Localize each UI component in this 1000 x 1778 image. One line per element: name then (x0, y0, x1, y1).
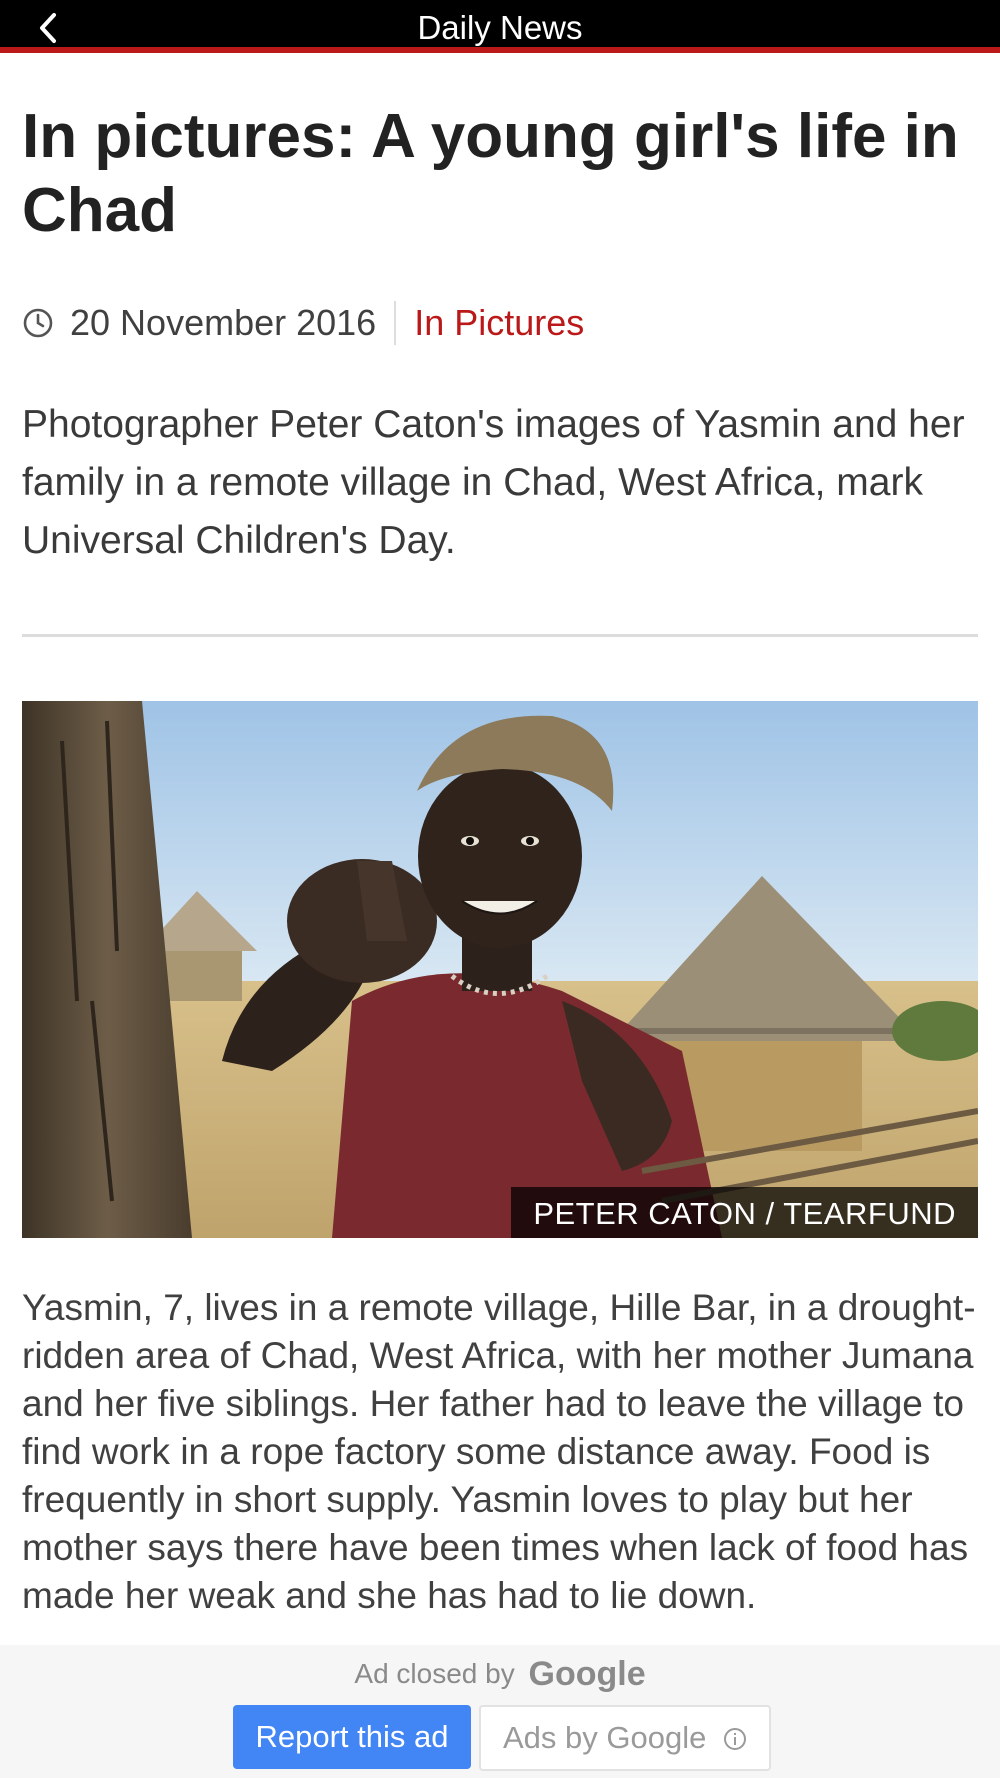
info-icon (723, 1728, 746, 1750)
top-bar: Daily News (0, 0, 1000, 53)
google-logo: Google (528, 1655, 646, 1693)
divider (22, 634, 978, 637)
app-title: Daily News (417, 9, 583, 46)
ads-by-google-label: Ads by Google (503, 1720, 707, 1755)
clock-icon (23, 308, 53, 338)
ads-by-google-button[interactable]: Ads by Google (479, 1705, 771, 1771)
article-headline: In pictures: A young girl's life in Chad (22, 102, 959, 245)
article-intro: Photographer Peter Caton's images of Yas… (22, 403, 965, 562)
article-meta: 20 November 2016 In Pictures (22, 300, 584, 346)
photo-illustration (22, 701, 978, 1238)
article-date: 20 November 2016 (70, 302, 377, 343)
report-ad-button[interactable]: Report this ad (233, 1705, 471, 1769)
section-link[interactable]: In Pictures (414, 302, 584, 344)
photo-credit: PETER CATON / TEARFUND (511, 1187, 978, 1238)
ad-closed-notice: Ad closed by Google (0, 1653, 1000, 1695)
article-body: Yasmin, 7, lives in a remote village, Hi… (22, 1287, 976, 1616)
ad-closed-panel: Ad closed by Google Report this ad Ads b… (0, 1645, 1000, 1778)
meta-divider (394, 301, 397, 345)
article-photo: PETER CATON / TEARFUND (22, 701, 978, 1238)
ad-closed-text: Ad closed by (354, 1658, 515, 1689)
